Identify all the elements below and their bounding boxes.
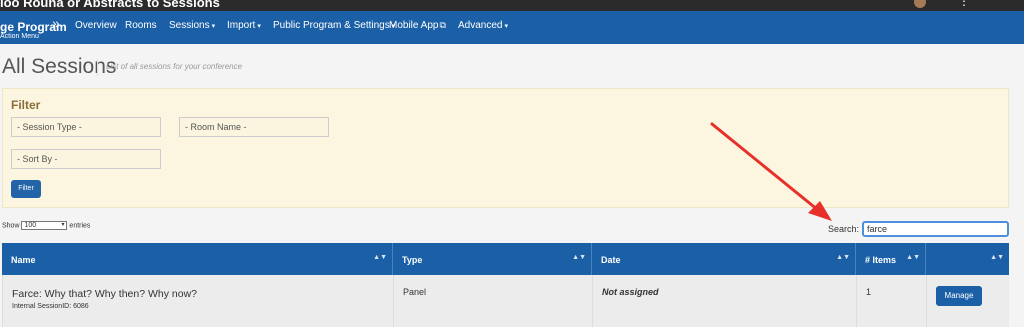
sort-icon: ▲▼ — [990, 254, 1004, 261]
session-internal-id: Internal SessionID: 6086 — [12, 303, 89, 310]
session-type: Panel — [403, 287, 427, 297]
col-items[interactable]: # Items ▲▼ — [856, 243, 926, 275]
col-name[interactable]: Name ▲▼ — [2, 243, 393, 275]
sort-icon: ▲▼ — [572, 254, 586, 261]
sort-icon: ▲▼ — [373, 254, 387, 261]
cell-items: 1 — [857, 275, 927, 327]
col-actions[interactable]: ▲▼ — [926, 243, 1009, 275]
cell-type: Panel — [394, 275, 593, 327]
session-date: Not assigned — [602, 287, 659, 297]
cell-actions: Manage — [927, 275, 1010, 327]
table-row: Farce: Why that? Why then? Why now? Inte… — [2, 275, 1009, 327]
cell-date: Not assigned — [593, 275, 857, 327]
col-type[interactable]: Type ▲▼ — [393, 243, 592, 275]
sort-icon: ▲▼ — [906, 254, 920, 261]
sort-icon: ▲▼ — [836, 254, 850, 261]
session-name[interactable]: Farce: Why that? Why then? Why now? — [12, 288, 197, 300]
manage-button[interactable]: Manage — [936, 286, 982, 306]
col-date[interactable]: Date ▲▼ — [592, 243, 856, 275]
table-header: Name ▲▼ Type ▲▼ Date ▲▼ # Items ▲▼ ▲▼ — [2, 243, 1009, 275]
cell-name: Farce: Why that? Why then? Why now? Inte… — [3, 275, 394, 327]
session-items-count: 1 — [866, 287, 872, 297]
